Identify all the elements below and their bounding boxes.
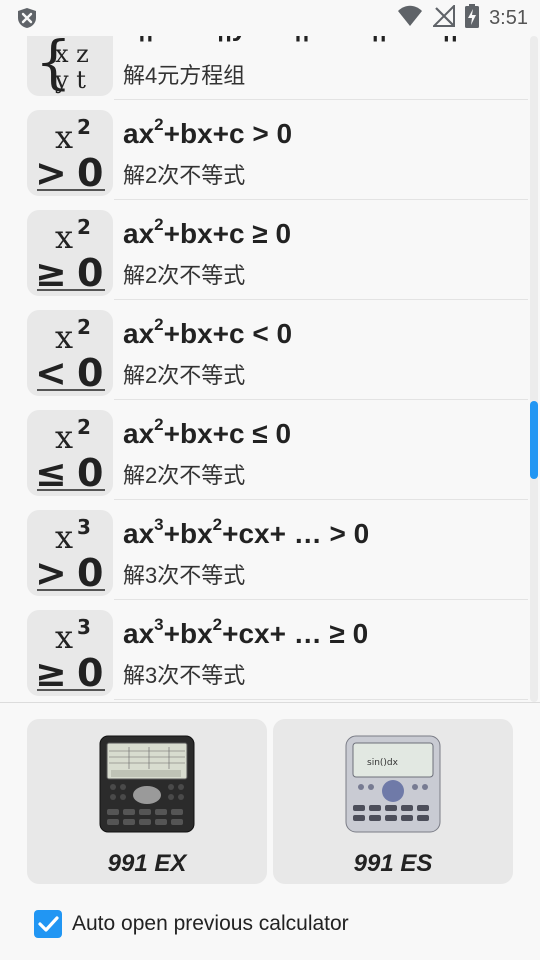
svg-text:sin()dx: sin()dx xyxy=(367,758,399,768)
list-item-quadratic-ge[interactable]: x 2 ≥0 ax2+bx+c ≥ 0 解2次不等式 xyxy=(0,200,528,300)
svg-text:≤: ≤ xyxy=(35,451,67,495)
list-item-4-variable-system[interactable]: { x z y t anx + bny + cnz + dnt = en 解4元… xyxy=(0,36,528,100)
no-signal-icon xyxy=(431,3,456,32)
calculator-card-title: 991 EX xyxy=(107,850,187,877)
description-text: 解2次不等式 xyxy=(123,163,246,188)
scrollbar-track[interactable] xyxy=(530,36,538,702)
x2-less-equal-0-icon: x 2 ≤0 xyxy=(27,410,113,496)
list-item-cubic-ge[interactable]: x 3 ≥0 ax3+bx2+cx+ … ≥ 0 解3次不等式 xyxy=(0,600,528,700)
auto-open-label[interactable]: Auto open previous calculator xyxy=(72,912,349,936)
svg-text:2: 2 xyxy=(77,115,91,139)
auto-open-checkbox[interactable] xyxy=(34,910,62,938)
wifi-icon xyxy=(397,5,423,32)
calculator-card-991ex[interactable]: 991 EX xyxy=(27,719,267,884)
description-text: 解3次不等式 xyxy=(123,563,246,588)
svg-text:>: > xyxy=(35,551,67,595)
svg-text:0: 0 xyxy=(77,151,103,195)
list-item-quadratic-lt[interactable]: x 2 <0 ax2+bx+c < 0 解2次不等式 xyxy=(0,300,528,400)
svg-text:2: 2 xyxy=(77,415,91,439)
description-text: 解2次不等式 xyxy=(123,363,246,388)
svg-text:x z: x z xyxy=(55,40,89,68)
formula-text: anx + bny + cnz + dnt = en xyxy=(123,36,457,48)
scrollbar-thumb[interactable] xyxy=(530,401,538,479)
svg-text:0: 0 xyxy=(77,251,103,295)
x3-greater-than-0-icon: x 3 >0 xyxy=(27,510,113,596)
shield-icon xyxy=(16,7,38,29)
svg-text:2: 2 xyxy=(77,315,91,339)
formula-text: ax2+bx+c ≤ 0 xyxy=(123,415,292,449)
svg-text:0: 0 xyxy=(77,351,103,395)
svg-text:0: 0 xyxy=(77,551,103,595)
svg-text:3: 3 xyxy=(77,515,91,539)
list-item-quadratic-gt[interactable]: x 2 >0 ax2+bx+c > 0 解2次不等式 xyxy=(0,100,528,200)
list-item-cubic-gt[interactable]: x 3 >0 ax3+bx2+cx+ … > 0 解3次不等式 xyxy=(0,500,528,600)
svg-text:<: < xyxy=(35,351,67,395)
x-y-z-t-system-icon: { x z y t xyxy=(27,36,113,96)
formula-text: ax2+bx+c < 0 xyxy=(123,315,293,349)
clock: 3:51 xyxy=(489,6,528,29)
divider xyxy=(0,702,540,703)
x2-less-than-0-icon: x 2 <0 xyxy=(27,310,113,396)
svg-text:≥: ≥ xyxy=(35,651,67,695)
description-text: 解3次不等式 xyxy=(123,663,246,688)
calculator-card-991es[interactable]: sin()dx 991 ES xyxy=(273,719,513,884)
svg-text:0: 0 xyxy=(77,451,103,495)
equation-type-list[interactable]: { x z y t anx + bny + cnz + dnt = en 解4元… xyxy=(0,36,540,702)
x3-greater-equal-0-icon: x 3 ≥0 xyxy=(27,610,113,696)
formula-text: ax3+bx2+cx+ … ≥ 0 xyxy=(123,615,369,649)
description-text: 解2次不等式 xyxy=(123,463,246,488)
checkmark-icon xyxy=(38,916,59,932)
status-bar: 3:51 xyxy=(0,0,540,36)
formula-text: ax2+bx+c ≥ 0 xyxy=(123,215,292,249)
svg-text:≥: ≥ xyxy=(35,251,67,295)
formula-text: ax3+bx2+cx+ … > 0 xyxy=(123,515,370,549)
description-text: 解2次不等式 xyxy=(123,263,246,288)
description-text: 解4元方程组 xyxy=(123,63,246,88)
calculator-card-title: 991 ES xyxy=(353,850,433,877)
x2-greater-equal-0-icon: x 2 ≥0 xyxy=(27,210,113,296)
svg-text:0: 0 xyxy=(77,651,103,695)
calculator-991ex-icon xyxy=(99,735,195,833)
svg-text:2: 2 xyxy=(77,215,91,239)
battery-charging-icon xyxy=(465,3,480,33)
divider xyxy=(114,699,528,700)
list-item-quadratic-le[interactable]: x 2 ≤0 ax2+bx+c ≤ 0 解2次不等式 xyxy=(0,400,528,500)
x2-greater-than-0-icon: x 2 >0 xyxy=(27,110,113,196)
svg-text:3: 3 xyxy=(77,615,91,639)
calculator-991es-icon: sin()dx xyxy=(345,735,441,833)
formula-text: ax2+bx+c > 0 xyxy=(123,115,293,149)
svg-text:y t: y t xyxy=(54,66,86,94)
svg-text:>: > xyxy=(35,151,67,195)
